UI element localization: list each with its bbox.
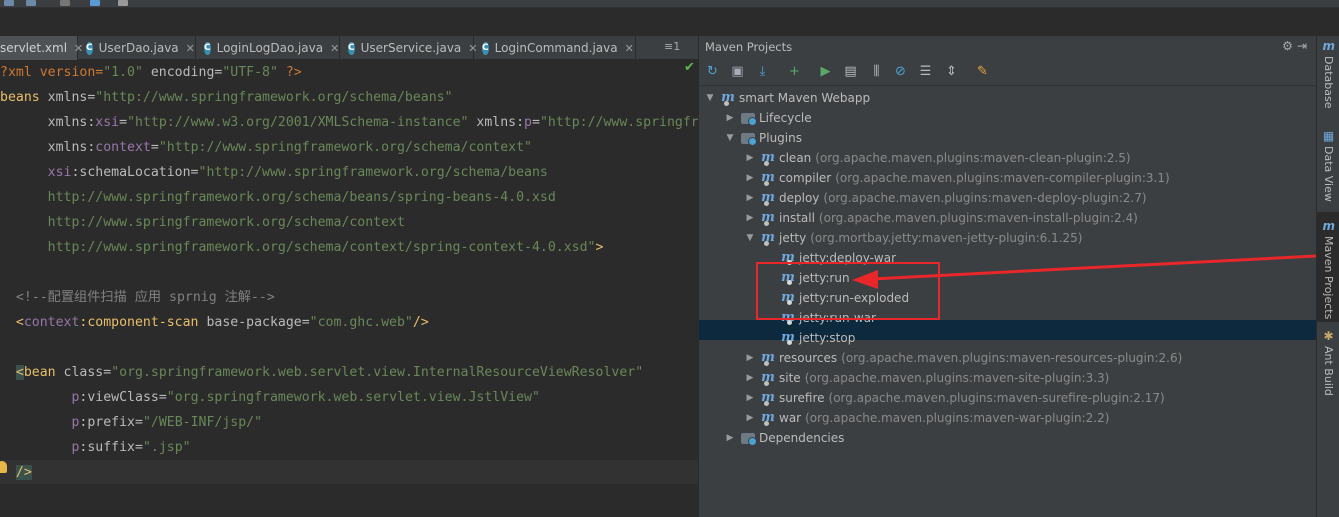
annotation-arrow-line xyxy=(871,254,1317,281)
ide-window: servlet.xml ✕ C UserDao.java ✕ C LoginLogDao… xyxy=(0,0,1339,517)
annotation-arrow xyxy=(852,254,1317,289)
annotation-arrow-head xyxy=(852,270,878,289)
